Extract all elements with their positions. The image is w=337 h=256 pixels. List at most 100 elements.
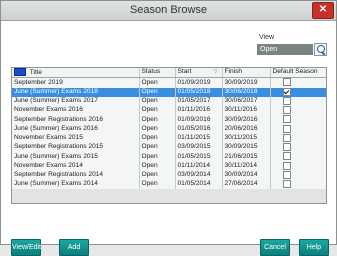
cell-start: 01/05/2017 [175,96,223,106]
view-search-button[interactable] [314,43,327,56]
column-header-finish[interactable]: Finish [222,68,271,79]
cell-title: September Registrations 2015 [12,143,140,153]
cell-start: 03/09/2014 [175,170,223,180]
cell-default-season [270,133,326,143]
help-button[interactable]: Help [299,239,329,256]
cell-title: June (Summer) Exams 2015 [12,152,140,162]
column-header-default-season[interactable]: Default Season [270,68,326,79]
table-row[interactable]: June (Summer) Exams 2018 Open 01/05/2018 30… [12,87,326,97]
cell-start: 01/11/2015 [175,133,223,143]
window-title: Season Browse [129,4,208,16]
cell-start: 01/05/2014 [175,180,223,190]
cell-finish: 30/09/2015 [222,143,271,153]
view-filter-field[interactable]: Open [257,44,313,55]
dialog-body: View Open Title Status Start ▽ Finish De… [1,21,336,256]
cell-status: Open [139,124,176,134]
cell-default-season [270,124,326,134]
cell-finish: 21/06/2015 [222,152,271,162]
cell-default-season [270,115,326,125]
column-header-title[interactable]: Title [12,68,140,79]
title-bar: Season Browse ✕ [1,1,336,21]
cell-title: June (Summer) Exams 2014 [12,180,140,190]
cell-finish: 30/09/2014 [222,170,271,180]
table-row[interactable]: June (Summer) Exams 2017 Open 01/05/2017 30… [12,96,326,106]
default-season-checkbox[interactable] [282,143,291,151]
cell-default-season [270,161,326,171]
default-season-checkbox[interactable] [282,170,291,179]
cancel-button[interactable]: Cancel [260,239,290,256]
table-row[interactable]: June (Summer) Exams 2016 Open 01/05/2016 20… [12,124,326,134]
cell-finish: 30/11/2015 [222,133,271,143]
column-header-status[interactable]: Status [139,68,176,79]
cell-title: September Registrations 2014 [12,170,140,180]
season-browse-window: Season Browse ✕ View Open Title Status S… [0,0,337,256]
cell-finish: 30/11/2016 [222,106,271,116]
cell-finish: 30/06/2018 [222,87,271,97]
close-icon: ✕ [318,4,328,15]
default-season-checkbox[interactable] [282,87,291,96]
cell-title: September 2019 [12,77,140,88]
cell-status: Open [139,87,176,97]
cell-start: 01/05/2015 [175,152,223,162]
cell-title: June (Summer) Exams 2018 [12,87,140,97]
default-season-checkbox[interactable] [282,124,291,133]
cell-finish: 30/11/2014 [222,161,271,171]
default-season-checkbox[interactable] [282,133,291,142]
cell-finish: 27/06/2014 [222,180,271,190]
cell-title: September Registrations 2016 [12,115,140,125]
season-grid[interactable]: Title Status Start ▽ Finish Default Seas… [11,67,327,204]
cell-default-season [270,96,326,106]
cell-finish: 30/09/2019 [222,77,271,88]
table-row[interactable]: June (Summer) Exams 2015 Open 01/05/2015 21… [12,152,326,162]
cell-default-season [270,152,326,162]
cell-finish: 20/06/2016 [222,124,271,134]
cell-status: Open [139,115,176,125]
cell-start: 01/05/2018 [175,87,223,97]
table-row[interactable]: September Registrations 2014 Open 03/09/20… [12,170,326,180]
cell-status: Open [139,77,176,88]
table-row[interactable]: November Exams 2016 Open 01/11/2016 30/11/2… [12,106,326,116]
cell-default-season [270,143,326,153]
table-row[interactable]: November Exams 2014 Open 01/11/2014 30/11/2… [12,161,326,171]
cell-status: Open [139,170,176,180]
default-season-checkbox[interactable] [282,161,291,170]
header-row: Title Status Start ▽ Finish Default Seas… [12,68,326,79]
add-button[interactable]: Add [59,239,89,256]
default-season-checkbox[interactable] [282,180,291,188]
default-season-checkbox[interactable] [282,96,291,105]
table-row[interactable]: June (Summer) Exams 2014 Open 01/05/2014 27… [12,180,326,190]
default-season-checkbox[interactable] [282,115,291,124]
grid-header-icon [14,68,26,76]
cell-status: Open [139,152,176,162]
cell-start: 03/09/2015 [175,143,223,153]
cell-start: 01/11/2016 [175,106,223,116]
default-season-checkbox[interactable] [282,78,291,87]
cell-title: June (Summer) Exams 2017 [12,96,140,106]
cell-finish: 30/06/2017 [222,96,271,106]
table-row[interactable]: September Registrations 2015 Open 03/09/20… [12,143,326,153]
default-season-checkbox[interactable] [282,106,291,114]
default-season-checkbox[interactable] [282,152,291,161]
cell-default-season [270,170,326,180]
sort-arrow-icon: ▽ [213,69,218,76]
column-header-start[interactable]: Start ▽ [175,68,223,79]
cell-status: Open [139,133,176,143]
view-edit-button[interactable]: View/Edit [11,239,41,256]
cell-default-season [270,106,326,116]
cell-status: Open [139,180,176,190]
table-row[interactable]: September Registrations 2016 Open 01/09/20… [12,115,326,125]
cell-title: November Exams 2014 [12,161,140,171]
cell-finish: 30/09/2016 [222,115,271,125]
season-table: Title Status Start ▽ Finish Default Seas… [12,68,326,190]
cell-default-season [270,180,326,190]
cell-default-season [270,87,326,97]
table-row[interactable]: September 2019 Open 01/09/2019 30/09/2019 [12,77,326,88]
view-label: View [259,34,275,41]
cell-status: Open [139,161,176,171]
cell-start: 01/09/2016 [175,115,223,125]
table-row[interactable]: November Exams 2015 Open 01/11/2015 30/11/2… [12,133,326,143]
cell-title: June (Summer) Exams 2016 [12,124,140,134]
cell-title: November Exams 2015 [12,133,140,143]
cell-start: 01/09/2019 [175,77,223,88]
close-button[interactable]: ✕ [312,2,334,19]
